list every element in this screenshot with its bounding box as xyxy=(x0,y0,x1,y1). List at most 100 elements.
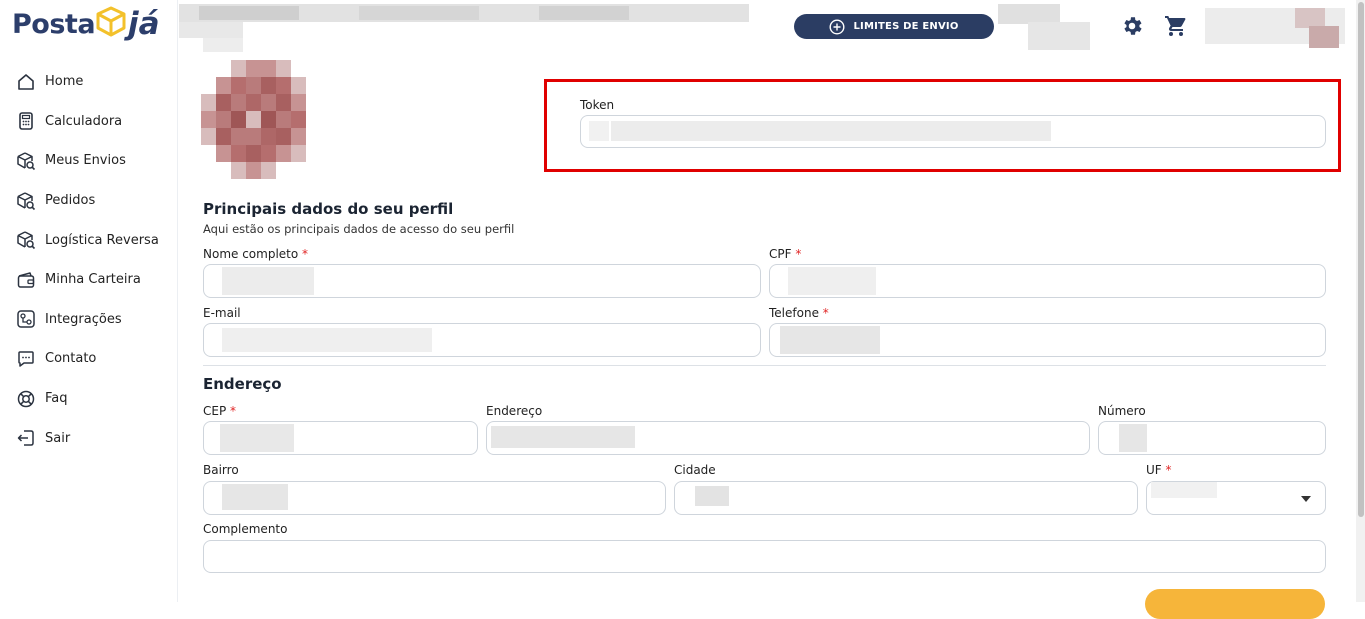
avatar-pixel xyxy=(216,94,231,111)
plus-circle-icon xyxy=(829,18,845,35)
uf-select[interactable] xyxy=(1146,481,1326,515)
logo-text-posta: Posta xyxy=(12,8,96,40)
avatar-pixel xyxy=(216,128,231,145)
required-marker: * xyxy=(795,247,802,261)
sidebar-item-faq[interactable]: Faq xyxy=(16,379,159,419)
complemento-label: Complemento xyxy=(203,522,288,536)
avatar-pixel xyxy=(246,145,261,162)
bairro-input[interactable] xyxy=(203,481,666,515)
cidade-input[interactable] xyxy=(674,481,1138,515)
gear-icon xyxy=(1124,17,1142,35)
telefone-label: Telefone * xyxy=(769,306,829,320)
limites-de-envio-label: LIMITES DE ENVIO xyxy=(853,21,959,32)
avatar-pixel xyxy=(246,128,261,145)
avatar-pixel xyxy=(231,145,246,162)
avatar-pixel xyxy=(216,111,231,128)
avatar-pixel xyxy=(246,111,261,128)
sidebar-item-sair[interactable]: Sair xyxy=(16,418,159,458)
bairro-label: Bairro xyxy=(203,463,239,477)
avatar-pixel xyxy=(246,77,261,94)
avatar-pixel xyxy=(231,60,246,77)
cep-input[interactable] xyxy=(203,421,478,455)
uf-label-text: UF xyxy=(1146,463,1162,477)
scrollbar[interactable] xyxy=(1356,0,1365,602)
cidade-label: Cidade xyxy=(674,463,716,477)
top-bar: LIMITES DE ENVIO xyxy=(179,0,1365,54)
avatar-pixel xyxy=(231,162,246,179)
logout-icon xyxy=(17,430,34,446)
home-icon xyxy=(18,73,34,90)
cpf-label: CPF * xyxy=(769,247,801,261)
address-section-title: Endereço xyxy=(203,375,282,393)
brand-logo[interactable]: Posta já xyxy=(12,2,160,46)
avatar-pixel xyxy=(261,145,276,162)
avatar-pixel xyxy=(291,128,306,145)
sidebar-item-contato[interactable]: Contato xyxy=(16,339,159,379)
chevron-down-icon xyxy=(1301,496,1311,502)
sidebar-item-calculadora[interactable]: Calculadora xyxy=(16,102,159,142)
settings-button[interactable] xyxy=(1120,14,1144,38)
sidebar-item-label: Calculadora xyxy=(45,113,123,129)
email-input[interactable] xyxy=(203,323,761,357)
package-search-icon xyxy=(17,152,36,171)
scrollbar-thumb[interactable] xyxy=(1358,2,1364,517)
lifebuoy-icon xyxy=(17,390,35,407)
chat-icon xyxy=(18,351,34,367)
avatar-pixel xyxy=(261,128,276,145)
sidebar: Posta já Home Calculadora Meus Envios Pe… xyxy=(0,0,178,602)
logo-text-ja: já xyxy=(128,6,160,42)
sidebar-item-label: Pedidos xyxy=(45,193,96,209)
avatar-pixel xyxy=(261,162,276,179)
avatar-pixel xyxy=(231,128,246,145)
avatar-pixel xyxy=(216,77,231,94)
sidebar-item-pedidos[interactable]: Pedidos xyxy=(16,181,159,221)
token-label: Token xyxy=(580,98,615,112)
token-input[interactable] xyxy=(580,115,1326,148)
sidebar-item-minha-carteira[interactable]: Minha Carteira xyxy=(16,260,159,300)
avatar-pixel xyxy=(276,77,291,94)
numero-input[interactable] xyxy=(1098,421,1326,455)
cart-button[interactable] xyxy=(1164,14,1188,38)
sidebar-item-home[interactable]: Home xyxy=(16,62,159,102)
sidebar-item-logistica-reversa[interactable]: Logística Reversa xyxy=(16,220,159,260)
avatar-pixel xyxy=(201,128,216,145)
profile-section-subtitle: Aqui estão os principais dados de acesso… xyxy=(203,222,515,236)
sidebar-item-label: Integrações xyxy=(45,311,122,327)
nome-completo-input[interactable] xyxy=(203,264,761,298)
package-search-icon xyxy=(17,231,36,250)
wallet-icon xyxy=(17,272,35,288)
telefone-label-text: Telefone xyxy=(769,306,819,320)
nome-label-text: Nome completo xyxy=(203,247,299,261)
limites-de-envio-button[interactable]: LIMITES DE ENVIO xyxy=(794,14,994,39)
cpf-label-text: CPF xyxy=(769,247,792,261)
profile-section-title: Principais dados do seu perfil xyxy=(203,200,454,218)
cpf-input[interactable] xyxy=(769,264,1326,298)
avatar-pixel xyxy=(276,94,291,111)
avatar-pixel xyxy=(201,111,216,128)
endereco-label: Endereço xyxy=(486,404,543,418)
avatar-pixel xyxy=(276,128,291,145)
cep-label: CEP * xyxy=(203,404,236,418)
avatar-pixel xyxy=(261,77,276,94)
avatar-pixel xyxy=(276,145,291,162)
main-content: LIMITES DE ENVIO Token Principais dados … xyxy=(179,0,1365,619)
avatar-pixel xyxy=(201,94,216,111)
uf-label: UF * xyxy=(1146,463,1172,477)
required-marker: * xyxy=(230,404,237,418)
avatar-pixel xyxy=(231,77,246,94)
endereco-input[interactable] xyxy=(486,421,1090,455)
sidebar-item-meus-envios[interactable]: Meus Envios xyxy=(16,141,159,181)
avatar-pixel xyxy=(231,94,246,111)
avatar-pixel xyxy=(246,162,261,179)
avatar-pixel xyxy=(261,111,276,128)
complemento-input[interactable] xyxy=(203,540,1326,573)
sidebar-item-label: Faq xyxy=(45,391,68,407)
avatar-pixel xyxy=(246,60,261,77)
save-button[interactable] xyxy=(1145,589,1325,619)
telefone-input[interactable] xyxy=(769,323,1326,357)
avatar-pixel xyxy=(216,145,231,162)
sidebar-item-integracoes[interactable]: Integrações xyxy=(16,300,159,340)
sidebar-item-label: Minha Carteira xyxy=(45,272,141,288)
avatar-pixel xyxy=(246,94,261,111)
sidebar-nav: Home Calculadora Meus Envios Pedidos Log… xyxy=(16,62,159,458)
